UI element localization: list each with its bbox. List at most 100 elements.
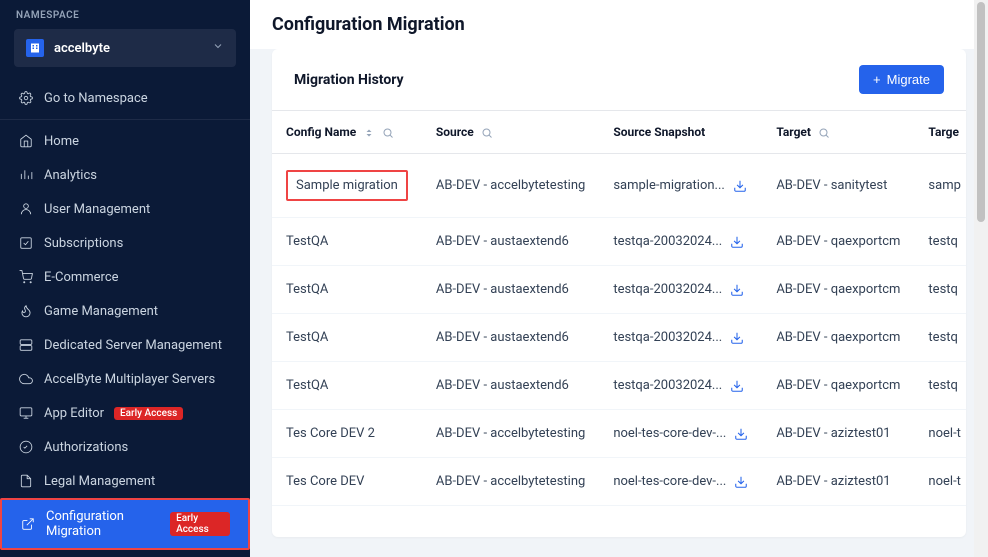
target-cell: AB-DEV - qaexportcm bbox=[762, 362, 914, 410]
col-target-snapshot: Targe bbox=[914, 111, 966, 154]
table-row: Sample migration AB-DEV - accelbytetestin… bbox=[272, 154, 966, 218]
source-cell: AB-DEV - accelbytetesting bbox=[422, 154, 599, 218]
search-icon[interactable] bbox=[481, 127, 493, 139]
target-cell: AB-DEV - qaexportcm bbox=[762, 266, 914, 314]
sidebar-item-app-editor[interactable]: App Editor Early Access bbox=[0, 396, 250, 430]
nav-label: Home bbox=[44, 134, 79, 149]
chevron-down-icon bbox=[212, 40, 224, 56]
col-source-snapshot: Source Snapshot bbox=[599, 111, 762, 154]
table-row: TestQAAB-DEV - austaextend6testqa-200320… bbox=[272, 266, 966, 314]
go-to-namespace[interactable]: Go to Namespace bbox=[0, 81, 250, 115]
config-name-cell: TestQA bbox=[272, 362, 422, 410]
source-snapshot-cell: noel-tes-core-dev-... bbox=[613, 474, 726, 489]
table-row: TestQAAB-DEV - austaextend6testqa-200320… bbox=[272, 314, 966, 362]
download-icon[interactable] bbox=[734, 475, 748, 489]
sidebar-item-authorizations[interactable]: Authorizations bbox=[0, 430, 250, 464]
target-snapshot-cell: testq bbox=[914, 314, 966, 362]
page-scrollbar[interactable] bbox=[974, 0, 988, 557]
key-icon bbox=[18, 439, 34, 455]
download-icon[interactable] bbox=[730, 235, 744, 249]
config-name-cell: Sample migration bbox=[286, 170, 408, 201]
source-cell: AB-DEV - accelbytetesting bbox=[422, 458, 599, 506]
target-snapshot-cell: samp bbox=[914, 154, 966, 218]
file-icon bbox=[18, 473, 34, 489]
sort-icon[interactable] bbox=[363, 127, 375, 139]
source-snapshot-cell: noel-tes-core-dev-... bbox=[613, 426, 726, 441]
nav-label: User Management bbox=[44, 202, 150, 217]
check-sq-icon bbox=[18, 235, 34, 251]
config-name-cell: TestQA bbox=[272, 314, 422, 362]
table-row: TestQAAB-DEV - austaextend6testqa-200320… bbox=[272, 362, 966, 410]
source-cell: AB-DEV - austaextend6 bbox=[422, 266, 599, 314]
nav-label: Subscriptions bbox=[44, 236, 123, 251]
table-scroll[interactable]: Config Name Source Source Snapshot bbox=[272, 110, 966, 537]
card-title: Migration History bbox=[294, 72, 404, 88]
gear-icon bbox=[18, 90, 34, 106]
server-icon bbox=[18, 337, 34, 353]
cloud-icon bbox=[18, 371, 34, 387]
sidebar-item-game-management[interactable]: Game Management bbox=[0, 294, 250, 328]
download-icon[interactable] bbox=[730, 379, 744, 393]
download-icon[interactable] bbox=[730, 283, 744, 297]
early-access-badge: Early Access bbox=[170, 512, 230, 536]
plus-icon: + bbox=[873, 72, 881, 87]
nav-label: Game Management bbox=[44, 304, 158, 319]
config-name-cell: TestQA bbox=[272, 218, 422, 266]
download-icon[interactable] bbox=[733, 179, 747, 193]
target-cell: AB-DEV - sanitytest bbox=[762, 154, 914, 218]
search-icon[interactable] bbox=[818, 127, 830, 139]
nav: Go to Namespace Home Analytics User Manage… bbox=[0, 77, 250, 557]
namespace-label: NAMESPACE bbox=[0, 0, 250, 25]
source-cell: AB-DEV - austaextend6 bbox=[422, 314, 599, 362]
source-snapshot-cell: testqa-20032024... bbox=[613, 234, 722, 249]
table-row: Tes Core DEV 2AB-DEV - accelbytetestingn… bbox=[272, 410, 966, 458]
early-access-badge: Early Access bbox=[114, 407, 183, 420]
flame-icon bbox=[18, 303, 34, 319]
namespace-name: accelbyte bbox=[54, 41, 202, 56]
sidebar-item-legal-management[interactable]: Legal Management bbox=[0, 464, 250, 498]
nav-label: Analytics bbox=[44, 168, 97, 183]
target-snapshot-cell: noel-t bbox=[914, 458, 966, 506]
source-cell: AB-DEV - austaextend6 bbox=[422, 362, 599, 410]
sidebar-item-extend[interactable]: ExtendEarly Access bbox=[0, 550, 250, 557]
nav-divider bbox=[0, 119, 250, 120]
target-cell: AB-DEV - aziztest01 bbox=[762, 410, 914, 458]
sidebar-item-analytics[interactable]: Analytics bbox=[0, 158, 250, 192]
target-cell: AB-DEV - qaexportcm bbox=[762, 218, 914, 266]
nav-label: Go to Namespace bbox=[44, 91, 148, 106]
nav-label: App Editor bbox=[44, 406, 104, 421]
migration-card: Migration History + Migrate Config Name bbox=[272, 49, 966, 537]
migrate-button[interactable]: + Migrate bbox=[859, 65, 944, 94]
target-cell: AB-DEV - aziztest01 bbox=[762, 458, 914, 506]
scrollbar-thumb[interactable] bbox=[977, 2, 985, 222]
chart-icon bbox=[18, 167, 34, 183]
sidebar-item-user-management[interactable]: User Management bbox=[0, 192, 250, 226]
source-snapshot-cell: sample-migration... bbox=[613, 178, 725, 193]
col-target[interactable]: Target bbox=[762, 111, 914, 154]
main-content: Configuration Migration Migration Histor… bbox=[250, 0, 988, 557]
download-icon[interactable] bbox=[730, 331, 744, 345]
target-snapshot-cell: testq bbox=[914, 266, 966, 314]
sidebar-item-accelbyte-multiplayer-servers[interactable]: AccelByte Multiplayer Servers bbox=[0, 362, 250, 396]
namespace-selector[interactable]: accelbyte bbox=[14, 29, 236, 67]
external-icon bbox=[20, 516, 36, 532]
cart-icon bbox=[18, 269, 34, 285]
col-source[interactable]: Source bbox=[422, 111, 599, 154]
target-snapshot-cell: testq bbox=[914, 362, 966, 410]
sidebar-item-e-commerce[interactable]: E-Commerce bbox=[0, 260, 250, 294]
target-snapshot-cell: testq bbox=[914, 218, 966, 266]
sidebar-item-dedicated-server-management[interactable]: Dedicated Server Management bbox=[0, 328, 250, 362]
search-icon[interactable] bbox=[382, 127, 394, 139]
sidebar-item-home[interactable]: Home bbox=[0, 124, 250, 158]
page-title: Configuration Migration bbox=[250, 0, 988, 49]
source-snapshot-cell: testqa-20032024... bbox=[613, 282, 722, 297]
migration-table: Config Name Source Source Snapshot bbox=[272, 110, 966, 506]
nav-label: Authorizations bbox=[44, 440, 128, 455]
sidebar-item-configuration-migration[interactable]: Configuration MigrationEarly Access bbox=[0, 498, 250, 550]
target-cell: AB-DEV - qaexportcm bbox=[762, 314, 914, 362]
source-cell: AB-DEV - austaextend6 bbox=[422, 218, 599, 266]
col-config-name[interactable]: Config Name bbox=[272, 111, 422, 154]
monitor-icon bbox=[18, 405, 34, 421]
sidebar-item-subscriptions[interactable]: Subscriptions bbox=[0, 226, 250, 260]
download-icon[interactable] bbox=[734, 427, 748, 441]
